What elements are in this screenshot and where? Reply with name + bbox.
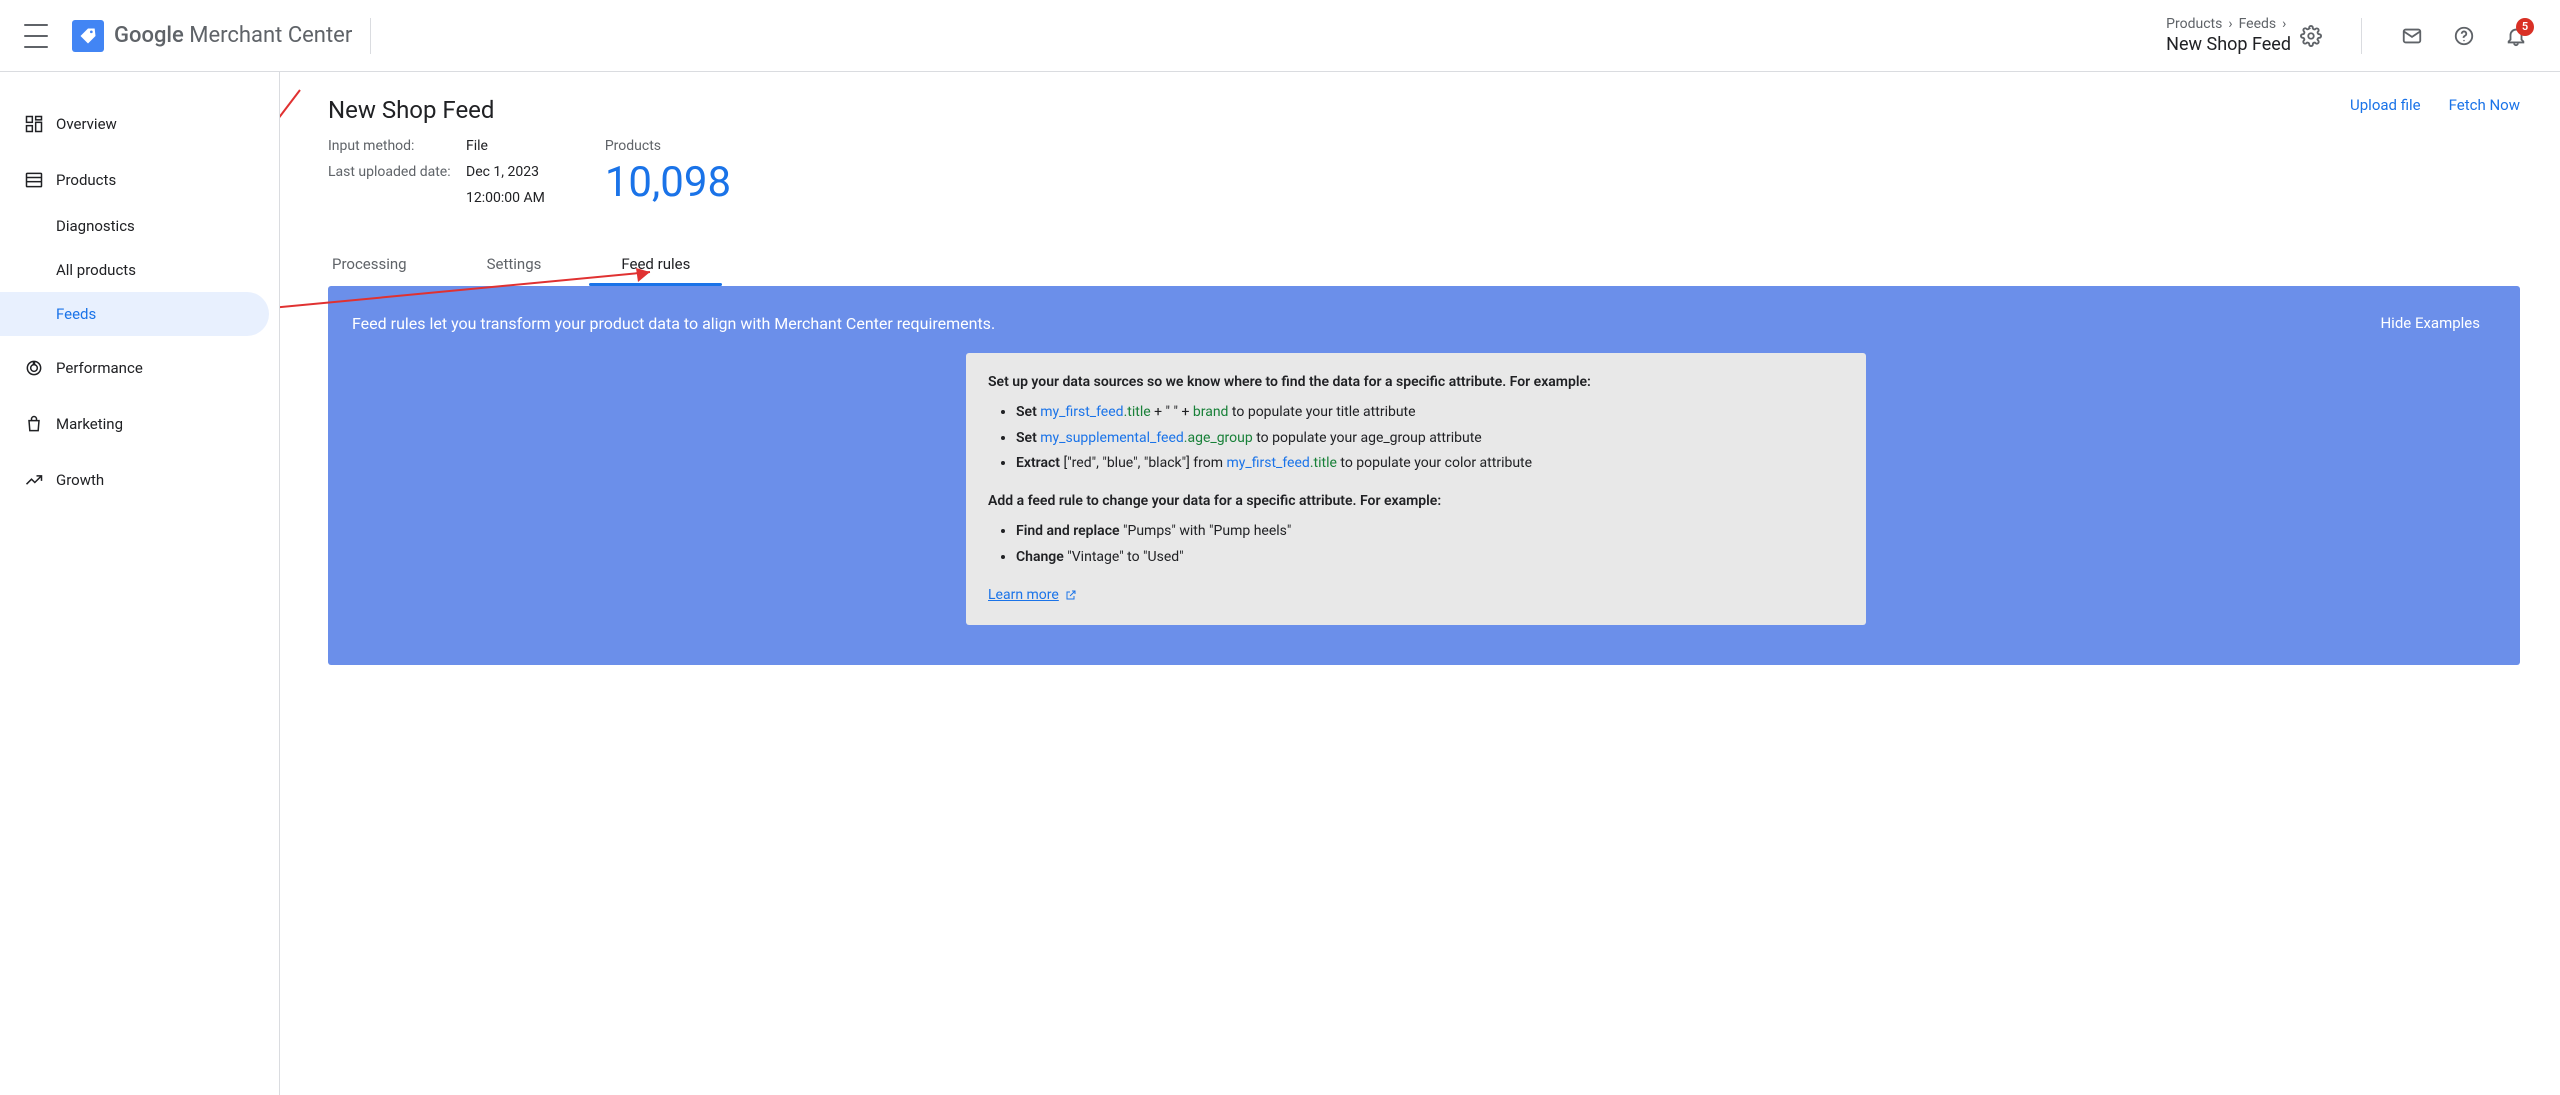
logo[interactable]: Google Merchant Center (72, 20, 352, 52)
gear-icon[interactable] (2291, 16, 2331, 56)
sidebar-item-label: Growth (56, 471, 104, 489)
sidebar-item-label: Products (56, 171, 116, 189)
chevron-right-icon: › (2228, 16, 2232, 32)
sidebar-sub-feeds[interactable]: Feeds (0, 292, 269, 336)
example-item: Extract ["red", "blue", "black"] from my… (1016, 452, 1844, 476)
page-title: New Shop Feed (328, 96, 731, 124)
products-label: Products (605, 138, 731, 154)
trend-icon (24, 470, 56, 490)
help-icon[interactable] (2444, 16, 2484, 56)
examples-box: Set up your data sources so we know wher… (966, 353, 1866, 625)
tab-feed-rules[interactable]: Feed rules (617, 243, 694, 285)
logo-text: Google Merchant Center (114, 23, 352, 48)
example-item: Set my_supplemental_feed.age_group to po… (1016, 427, 1844, 451)
upload-file-button[interactable]: Upload file (2350, 96, 2421, 114)
examples-heading-1: Set up your data sources so we know wher… (988, 374, 1591, 390)
feed-rules-panel: Feed rules let you transform your produc… (328, 286, 2520, 665)
divider (2361, 18, 2362, 54)
example-item: Find and replace "Pumps" with "Pump heel… (1016, 520, 1844, 544)
sidebar-item-growth[interactable]: Growth (0, 456, 279, 504)
sidebar-item-label: Performance (56, 359, 143, 377)
examples-heading-2: Add a feed rule to change your data for … (988, 493, 1441, 509)
donut-icon (24, 358, 56, 378)
top-bar: Google Merchant Center Products › Feeds … (0, 0, 2560, 72)
breadcrumb[interactable]: Products › Feeds › (2166, 16, 2291, 32)
sidebar-item-products[interactable]: Products (0, 156, 279, 204)
notification-badge: 5 (2516, 18, 2534, 36)
last-uploaded-date: Dec 1, 2023 (466, 164, 539, 180)
sidebar-sub-diagnostics[interactable]: Diagnostics (0, 204, 279, 248)
external-link-icon (1065, 589, 1077, 601)
chevron-right-icon: › (2282, 16, 2286, 32)
last-uploaded-time: 12:00:00 AM (466, 190, 545, 206)
divider (370, 18, 371, 54)
notifications-icon[interactable]: 5 (2496, 16, 2536, 56)
fetch-now-button[interactable]: Fetch Now (2449, 96, 2520, 114)
sidebar: Overview Products Diagnostics All produc… (0, 72, 280, 1095)
tab-settings[interactable]: Settings (483, 243, 546, 285)
learn-more-link[interactable]: Learn more (988, 584, 1077, 608)
sidebar-item-performance[interactable]: Performance (0, 344, 279, 392)
example-item: Change "Vintage" to "Used" (1016, 546, 1844, 570)
panel-intro: Feed rules let you transform your produc… (352, 314, 995, 333)
bag-icon (24, 414, 56, 434)
sidebar-item-marketing[interactable]: Marketing (0, 400, 279, 448)
main-content: New Shop Feed Input method: File Last up… (280, 72, 2560, 1095)
tag-icon (72, 20, 104, 52)
tabs: Processing Settings Feed rules (328, 243, 2520, 286)
example-item: Set my_first_feed.title + " " + brand to… (1016, 401, 1844, 425)
sidebar-sub-all-products[interactable]: All products (0, 248, 279, 292)
list-icon (24, 170, 56, 190)
sidebar-item-overview[interactable]: Overview (0, 100, 279, 148)
hide-examples-button[interactable]: Hide Examples (2380, 314, 2480, 332)
last-uploaded-label: Last uploaded date: (328, 164, 458, 180)
mail-icon[interactable] (2392, 16, 2432, 56)
products-count[interactable]: 10,098 (605, 158, 731, 207)
dashboard-icon (24, 114, 56, 134)
breadcrumb-title: New Shop Feed (2166, 34, 2291, 55)
sidebar-item-label: Marketing (56, 415, 123, 433)
input-method-label: Input method: (328, 138, 458, 154)
input-method-value: File (466, 138, 488, 154)
menu-icon[interactable] (24, 24, 48, 48)
sidebar-item-label: Overview (56, 115, 117, 133)
tab-processing[interactable]: Processing (328, 243, 411, 285)
